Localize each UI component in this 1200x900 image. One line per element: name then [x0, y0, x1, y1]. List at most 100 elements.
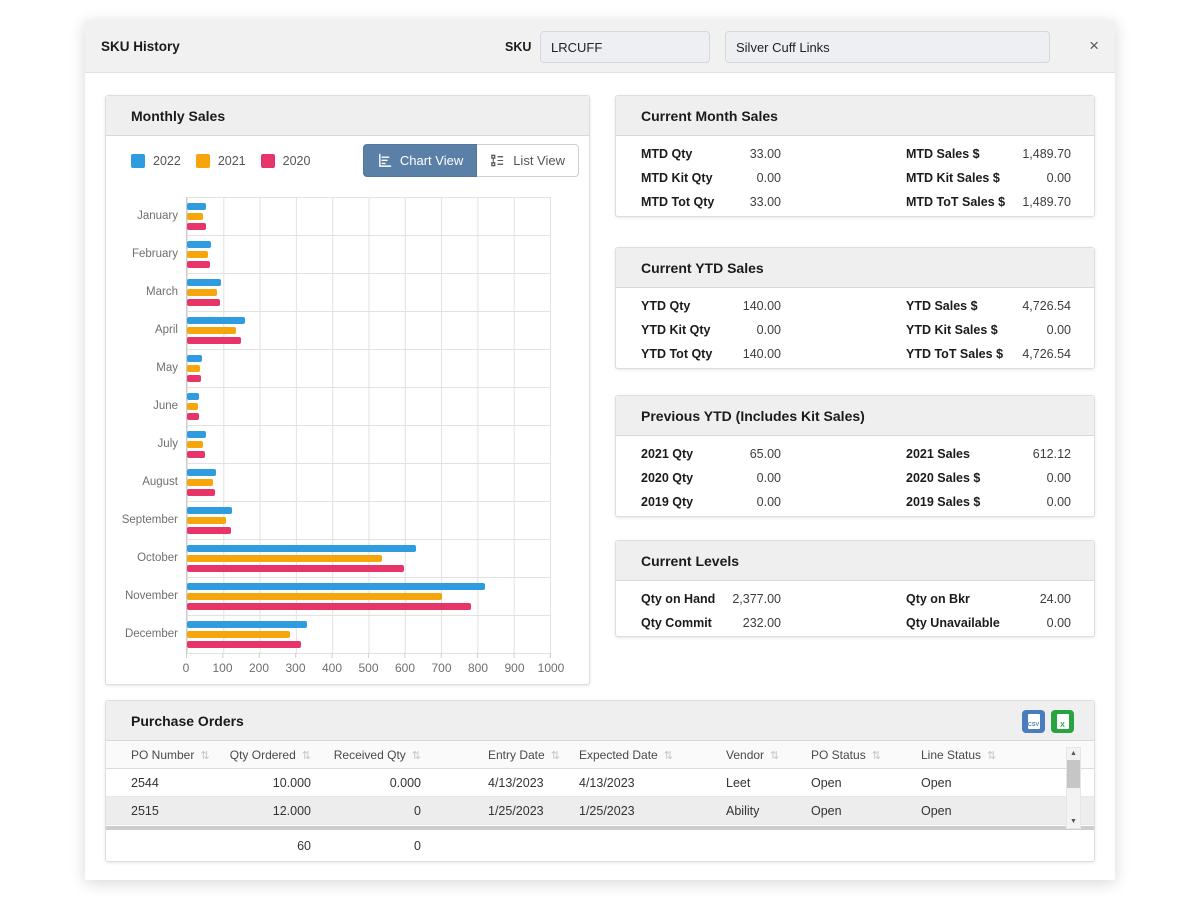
- column-label: Expected Date: [579, 748, 658, 762]
- bar-2021-august: [187, 479, 213, 486]
- info-row: 2020 Qty0.002020 Sales $0.00: [641, 466, 1069, 490]
- dialog-title: SKU History: [101, 39, 180, 54]
- sku-description-input[interactable]: [725, 31, 1050, 63]
- month-label: February: [106, 235, 178, 273]
- x-tick-label: 1000: [538, 661, 565, 675]
- legend-item-2021[interactable]: 2021: [196, 154, 246, 168]
- chart-view-button[interactable]: Chart View: [363, 144, 477, 177]
- bar-2022-october: [187, 545, 416, 552]
- sort-icon: ⇅: [412, 750, 421, 762]
- stat-pair: MTD Kit Qty0.00: [641, 171, 781, 185]
- stat-value: 140.00: [743, 347, 781, 361]
- stat-label: MTD Tot Qty: [641, 195, 714, 209]
- stat-pair: 2021 Sales612.12: [906, 447, 1071, 461]
- column-label: PO Number: [131, 748, 194, 762]
- stat-label: MTD Qty: [641, 147, 692, 161]
- stat-pair: YTD Qty140.00: [641, 299, 781, 313]
- bar-2020-march: [187, 299, 220, 306]
- stat-pair: YTD Sales $4,726.54: [906, 299, 1071, 313]
- stat-label: MTD Kit Sales $: [906, 171, 1000, 185]
- list-view-button[interactable]: List View: [477, 144, 579, 177]
- legend-item-2020[interactable]: 2020: [261, 154, 311, 168]
- stat-value: 0.00: [757, 171, 781, 185]
- stat-value: 2,377.00: [732, 592, 781, 606]
- x-tick-label: 200: [249, 661, 269, 675]
- sort-icon: ⇅: [302, 750, 311, 762]
- po-cell: 1/25/2023: [436, 804, 561, 818]
- panel-title: Previous YTD (Includes Kit Sales): [641, 408, 865, 424]
- panel-title: Current Month Sales: [641, 108, 778, 124]
- scrollbar-up-icon[interactable]: ▲: [1070, 748, 1077, 760]
- po-table-scrollbar[interactable]: ▲ ▼: [1066, 747, 1081, 829]
- bar-2022-january: [187, 203, 206, 210]
- po-table-row[interactable]: 251512.00001/25/20231/25/2023AbilityOpen…: [106, 797, 1094, 825]
- monthly-sales-header: Monthly Sales: [106, 96, 589, 136]
- totals-received-qty: 0: [331, 839, 436, 853]
- bar-2020-december: [187, 641, 301, 648]
- po-cell: 0.000: [331, 776, 436, 790]
- month-label: April: [106, 311, 178, 349]
- legend-swatch-icon: [196, 154, 210, 168]
- chart-row-october: [187, 540, 550, 578]
- x-tick-label: 300: [285, 661, 305, 675]
- x-tick-label: 900: [504, 661, 524, 675]
- legend-label: 2020: [283, 154, 311, 168]
- scrollbar-thumb[interactable]: [1067, 760, 1080, 788]
- po-cell: Open: [793, 804, 903, 818]
- purchase-orders-header: Purchase Orders: [106, 701, 1094, 741]
- po-cell: Leet: [708, 776, 793, 790]
- export-csv-button[interactable]: CSV: [1022, 710, 1045, 733]
- po-column-header-vendor[interactable]: Vendor⇅: [708, 748, 793, 762]
- po-cell: 2515: [106, 804, 216, 818]
- bar-2020-june: [187, 413, 199, 420]
- stat-value: 24.00: [1040, 592, 1071, 606]
- po-column-header-po-number[interactable]: PO Number ⇅: [106, 748, 216, 762]
- po-cell: 1/25/2023: [561, 804, 708, 818]
- stat-label: 2021 Qty: [641, 447, 693, 461]
- info-row: MTD Kit Qty0.00 MTD Kit Sales $ 0.00: [641, 166, 1069, 190]
- info-row: 2021 Qty 65.00 2021 Sales612.12: [641, 442, 1069, 466]
- close-icon[interactable]: ×: [1089, 35, 1099, 57]
- month-label: June: [106, 387, 178, 425]
- export-excel-button[interactable]: X: [1051, 710, 1074, 733]
- po-cell: 0: [331, 804, 436, 818]
- stat-value: 33.00: [750, 195, 781, 209]
- bar-2022-september: [187, 507, 232, 514]
- column-label: PO Status: [811, 748, 866, 762]
- po-column-header-qty-ordered[interactable]: Qty Ordered⇅: [216, 748, 331, 762]
- scrollbar-down-icon[interactable]: ▼: [1070, 816, 1077, 828]
- list-view-icon: [490, 153, 505, 168]
- po-column-header-po-status[interactable]: PO Status ⇅: [793, 748, 903, 762]
- bar-2021-november: [187, 593, 442, 600]
- sort-icon: ⇅: [200, 750, 209, 762]
- chart-row-march: [187, 274, 550, 312]
- legend-item-2022[interactable]: 2022: [131, 154, 181, 168]
- po-column-header-expected-date[interactable]: Expected Date⇅: [561, 748, 708, 762]
- bar-2020-july: [187, 451, 205, 458]
- stat-label: YTD Kit Qty: [641, 323, 710, 337]
- bar-2020-september: [187, 527, 231, 534]
- chart-x-axis-labels: 01002003004005006007008009001000: [186, 661, 551, 677]
- stat-label: 2021 Sales: [906, 447, 970, 461]
- bar-2022-may: [187, 355, 202, 362]
- purchase-orders-title: Purchase Orders: [131, 713, 244, 729]
- stat-value: 65.00: [750, 447, 781, 461]
- po-column-header-received-qty[interactable]: Received Qty⇅: [331, 748, 436, 762]
- chart-row-july: [187, 426, 550, 464]
- chart-plot: [186, 197, 551, 654]
- chart-row-november: [187, 578, 550, 616]
- bar-2021-july: [187, 441, 203, 448]
- sort-icon: ⇅: [872, 750, 881, 762]
- monthly-sales-title: Monthly Sales: [131, 108, 225, 124]
- legend-swatch-icon: [261, 154, 275, 168]
- sku-input[interactable]: [540, 31, 710, 63]
- info-row: MTD Tot Qty33.00MTD ToT Sales $1,489.70: [641, 190, 1069, 214]
- stat-pair: 2020 Qty0.00: [641, 471, 781, 485]
- current-levels-panel: Current Levels Qty on Hand2,377.00Qty on…: [615, 540, 1095, 637]
- bar-2021-september: [187, 517, 226, 524]
- chart-row-february: [187, 236, 550, 274]
- month-label: November: [106, 577, 178, 615]
- stat-pair: Qty Commit232.00: [641, 616, 781, 630]
- po-table-row[interactable]: 254410.0000.0004/13/20234/13/2023LeetOpe…: [106, 769, 1094, 797]
- po-column-header-entry-date[interactable]: Entry Date⇅: [436, 748, 561, 762]
